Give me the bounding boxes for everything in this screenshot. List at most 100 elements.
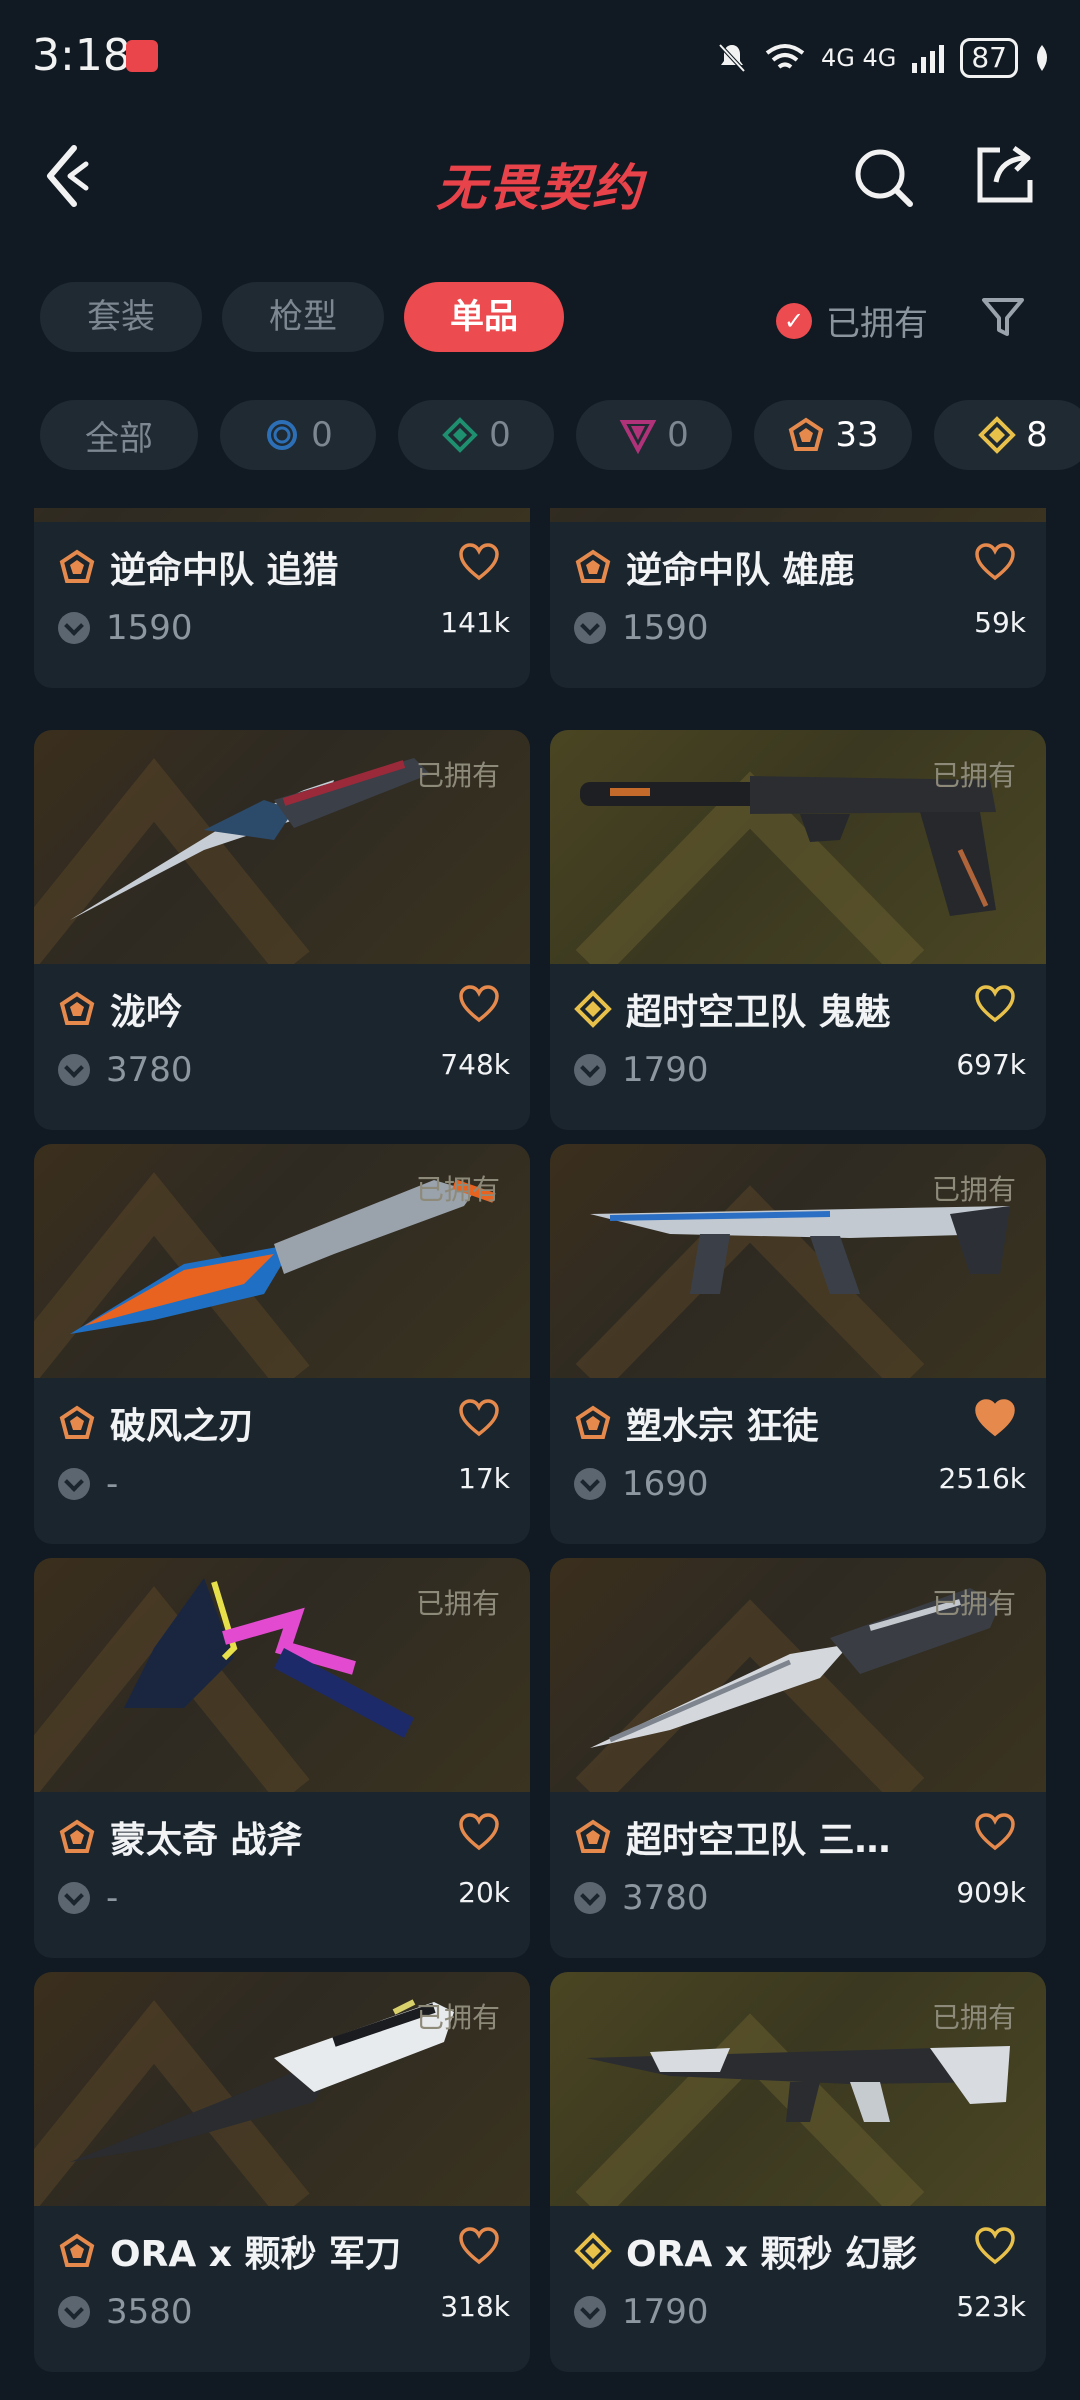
item-name: ORA x 颗秒 幻影 <box>626 2234 918 2275</box>
tier-orange-icon <box>59 1819 95 1853</box>
heart-icon[interactable] <box>458 1812 500 1852</box>
tab-sets[interactable]: 套装 <box>40 282 202 352</box>
vp-currency-icon <box>58 612 90 644</box>
status-bar: 3:18 4G 4G 87 <box>0 0 1080 118</box>
item-name: 超时空卫队 鬼魅 <box>626 992 891 1033</box>
tier-gold-icon <box>978 416 1017 454</box>
category-tabs: 套装 枪型 单品 ✓ 已拥有 <box>0 282 1080 354</box>
heart-icon[interactable] <box>458 2226 500 2266</box>
owned-label: 已拥有 <box>931 2001 1016 2034</box>
owned-toggle-label: 已拥有 <box>826 304 928 344</box>
like-count: 2516k <box>938 1462 1026 1495</box>
item-name: 泷吟 <box>110 992 183 1033</box>
heart-icon[interactable] <box>458 542 500 582</box>
vp-currency-icon <box>58 1882 90 1914</box>
owned-toggle[interactable]: ✓ 已拥有 <box>776 296 928 345</box>
rarity-filter-pink[interactable]: 0 <box>576 400 732 470</box>
rarity-count: 0 <box>667 415 689 455</box>
item-price: 1790 <box>622 1050 709 1090</box>
owned-label: 已拥有 <box>931 1587 1016 1620</box>
rarity-filter-all-label: 全部 <box>85 418 153 459</box>
like-count: 59k <box>974 606 1026 639</box>
heart-icon[interactable] <box>974 2226 1016 2266</box>
item-card[interactable]: 已拥有 蒙太奇 战斧 20k - <box>34 1558 530 1958</box>
item-price: - <box>106 1464 119 1504</box>
like-count: 20k <box>458 1876 510 1909</box>
owned-label: 已拥有 <box>415 2001 500 2034</box>
item-card[interactable]: 已拥有 超时空卫队 鬼魅 697k 1790 <box>550 730 1046 1130</box>
signal-icon <box>912 45 945 73</box>
leaf-icon <box>1037 45 1047 71</box>
item-card[interactable]: 已拥有 破风之刃 17k - <box>34 1144 530 1544</box>
item-image <box>550 508 1046 522</box>
heart-icon[interactable] <box>974 984 1016 1024</box>
search-icon[interactable] <box>850 144 916 210</box>
rarity-count: 8 <box>1026 415 1048 455</box>
rarity-count: 0 <box>311 415 333 455</box>
like-count: 141k <box>440 606 510 639</box>
item-card[interactable]: 逆命中队 追猎 141k 1590 <box>34 508 530 688</box>
item-card[interactable]: 已拥有 超时空卫队 三… 909k 3780 <box>550 1558 1046 1958</box>
item-card[interactable]: 逆命中队 雄鹿 59k 1590 <box>550 508 1046 688</box>
owned-label: 已拥有 <box>415 1173 500 1206</box>
item-card[interactable]: 已拥有 ORA x 颗秒 军刀 318k 3580 <box>34 1972 530 2372</box>
rarity-filter-green[interactable]: 0 <box>398 400 554 470</box>
notification-app-icon <box>126 40 158 72</box>
item-name: 超时空卫队 三… <box>626 1820 891 1861</box>
vp-currency-icon <box>58 1054 90 1086</box>
item-price: 1590 <box>622 608 709 648</box>
tier-orange-icon <box>59 549 95 583</box>
tier-orange-icon <box>59 991 95 1025</box>
heart-icon[interactable] <box>974 542 1016 582</box>
network-label: 4G 4G <box>820 44 897 72</box>
rarity-filter-row: 全部 0 0 0 33 8 <box>0 400 1080 470</box>
rarity-filter-orange[interactable]: 33 <box>754 400 912 470</box>
vp-currency-icon <box>58 1468 90 1500</box>
tier-gold-icon <box>574 2232 612 2270</box>
rarity-filter-gold[interactable]: 8 <box>934 400 1080 470</box>
item-name: 蒙太奇 战斧 <box>110 1820 303 1861</box>
item-name: ORA x 颗秒 军刀 <box>110 2234 402 2275</box>
item-name: 逆命中队 追猎 <box>110 550 339 591</box>
like-count: 523k <box>956 2290 1026 2323</box>
share-icon[interactable] <box>972 142 1038 208</box>
item-price: - <box>106 1878 119 1918</box>
item-name: 逆命中队 雄鹿 <box>626 550 855 591</box>
rarity-filter-all[interactable]: 全部 <box>40 400 198 470</box>
battery-indicator: 87 <box>960 38 1018 78</box>
vp-currency-icon <box>574 1468 606 1500</box>
vp-currency-icon <box>574 1882 606 1914</box>
rarity-count: 0 <box>489 415 511 455</box>
vp-currency-icon <box>574 2296 606 2328</box>
rarity-count: 33 <box>835 415 879 455</box>
vp-currency-icon <box>574 612 606 644</box>
like-count: 909k <box>956 1876 1026 1909</box>
item-image <box>34 508 530 522</box>
item-price: 3580 <box>106 2292 193 2332</box>
tier-orange-icon <box>575 1405 611 1439</box>
item-price: 1690 <box>622 1464 709 1504</box>
owned-label: 已拥有 <box>931 1173 1016 1206</box>
tier-blue-icon <box>267 420 298 450</box>
item-card[interactable]: 已拥有 塑水宗 狂徒 2516k 1690 <box>550 1144 1046 1544</box>
heart-icon[interactable] <box>458 1398 500 1438</box>
heart-icon-filled[interactable] <box>974 1398 1016 1438</box>
app-logo: 无畏契约 <box>436 159 644 217</box>
tab-weapon-types[interactable]: 枪型 <box>222 282 384 352</box>
item-price: 3780 <box>106 1050 193 1090</box>
tier-orange-icon <box>59 1405 95 1439</box>
heart-icon[interactable] <box>458 984 500 1024</box>
item-card[interactable]: 已拥有 ORA x 颗秒 幻影 523k 1790 <box>550 1972 1046 2372</box>
filter-icon[interactable] <box>980 294 1026 340</box>
rarity-filter-blue[interactable]: 0 <box>220 400 376 470</box>
status-time: 3:18 <box>32 30 131 81</box>
item-card[interactable]: 已拥有 泷吟 748k 3780 <box>34 730 530 1130</box>
heart-icon[interactable] <box>974 1812 1016 1852</box>
like-count: 17k <box>458 1462 510 1495</box>
tab-single-items[interactable]: 单品 <box>404 282 564 352</box>
item-name: 破风之刃 <box>110 1406 255 1447</box>
like-count: 318k <box>440 2290 510 2323</box>
tier-orange-icon <box>575 549 611 583</box>
tier-green-icon <box>442 417 479 453</box>
tier-orange-icon <box>789 417 824 451</box>
